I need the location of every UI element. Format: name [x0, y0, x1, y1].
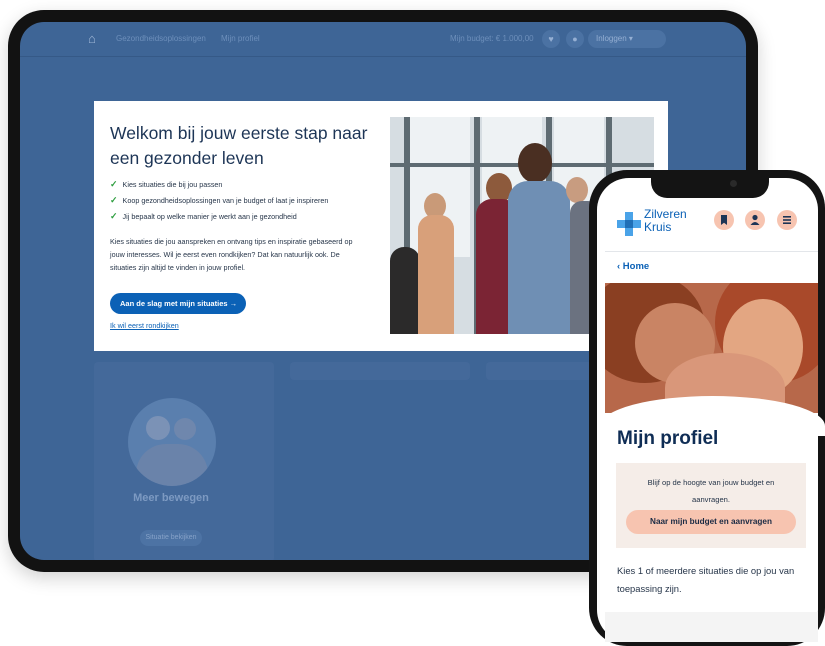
home-icon[interactable]: ⌂ [88, 32, 102, 46]
start-situations-button[interactable]: Aan de slag met mijn situaties → [110, 293, 246, 314]
checkmark-icon: ✓ [110, 179, 118, 189]
couple-photo [605, 283, 818, 413]
check-item: ✓ Kies situaties die bij jou passen [110, 179, 223, 189]
bookmark-icon[interactable] [714, 210, 734, 230]
user-menu-button[interactable]: Inloggen ▾ [588, 30, 666, 48]
user-menu-label: Inloggen [596, 34, 627, 43]
card-title: Meer bewegen [133, 492, 209, 504]
nav-item-profile[interactable]: Mijn profiel [221, 34, 260, 43]
nav-budget[interactable]: Mijn budget: € 1.000,00 [450, 34, 534, 43]
menu-icon[interactable] [777, 210, 797, 230]
welcome-modal: Welkom bij jouw eerste stap naar een gez… [94, 101, 668, 351]
camera-icon [730, 180, 737, 187]
checkmark-icon: ✓ [110, 211, 118, 221]
card-avatar-image [128, 398, 216, 486]
heart-icon[interactable]: ♥ [542, 30, 560, 48]
zilveren-kruis-logo-icon[interactable] [617, 212, 641, 236]
back-home-link[interactable]: ‹ Home [617, 261, 649, 272]
budget-info-text: Blijf op de hoogte van jouw budget en aa… [647, 478, 775, 504]
notification-icon[interactable]: ● [566, 30, 584, 48]
check-item: ✓ Koop gezondheidsoplossingen van je budg… [110, 195, 329, 205]
checkmark-icon: ✓ [110, 195, 118, 205]
situations-intro-text: Kies 1 of meerdere situaties die op jou … [617, 565, 795, 594]
modal-title: Welkom bij jouw eerste stap naar een gez… [110, 123, 368, 168]
card-button[interactable]: Situatie bekijken [140, 530, 202, 546]
background-card [290, 362, 470, 380]
check-item: ✓ Jij bepaalt op welke manier je werkt aa… [110, 211, 297, 221]
header-divider [605, 251, 818, 252]
brand-name[interactable]: Zilveren Kruis [644, 208, 704, 233]
phone-notch [651, 172, 769, 198]
browse-first-link[interactable]: Ik wil eerst rondkijken [110, 321, 179, 330]
next-section-preview [605, 612, 818, 642]
modal-body-text: Kies situaties die jou aanspreken en ont… [110, 237, 353, 272]
budget-requests-button[interactable]: Naar mijn budget en aanvragen [626, 510, 796, 534]
page-title: Mijn profiel [617, 428, 719, 449]
nav-item-solutions[interactable]: Gezondheidsoplossingen [116, 34, 206, 43]
user-icon[interactable] [745, 210, 765, 230]
